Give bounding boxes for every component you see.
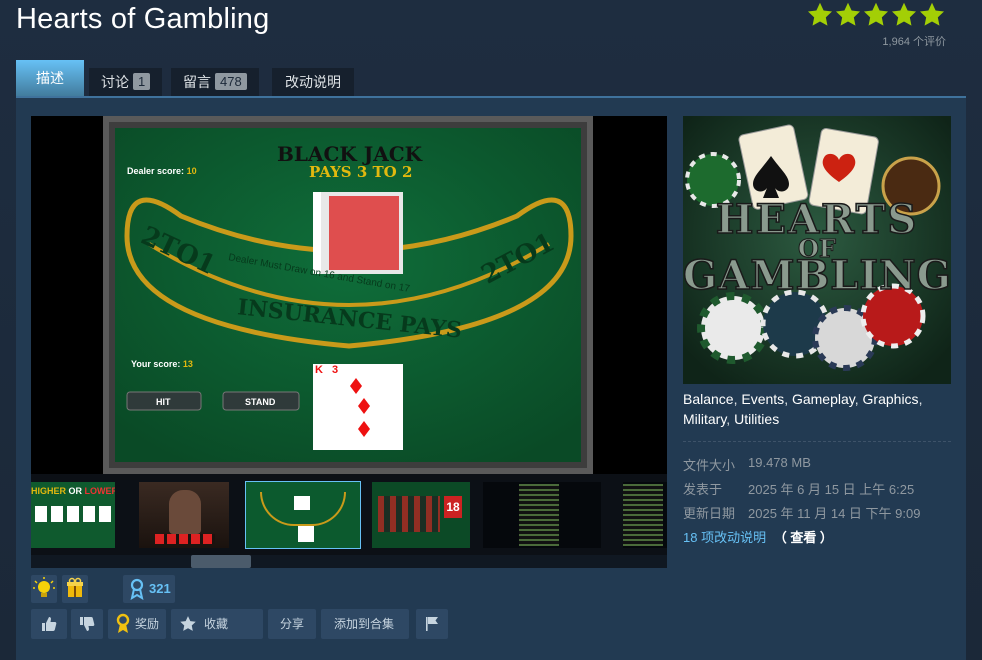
star-icon xyxy=(918,1,946,29)
tag-graphics[interactable]: Graphics xyxy=(863,391,919,407)
change-notes-link: 18 项改动说明 （ 查看 ） xyxy=(683,527,833,546)
award-ribbon-icon xyxy=(130,578,144,600)
award-count-badge[interactable]: 321 xyxy=(123,575,175,603)
preview-capsule-image[interactable]: HEARTS OF GAMBLING xyxy=(683,116,951,384)
award-medal-icon xyxy=(116,613,130,633)
details-divider xyxy=(683,441,951,442)
share-button-label: 分享 xyxy=(280,617,305,631)
award-lightbulb[interactable] xyxy=(31,575,57,603)
thumbnail-5[interactable] xyxy=(483,482,601,548)
gift-icon xyxy=(67,577,83,597)
tab-comments[interactable]: 留言 478 xyxy=(171,68,259,96)
report-button[interactable] xyxy=(416,609,448,639)
dealer-score-value: 10 xyxy=(186,166,197,176)
dealer-score-label: Dealer score: 10 xyxy=(127,166,197,176)
detail-value: 2025 年 6 月 15 日 上午 6:25 xyxy=(748,482,915,497)
thumbs-down-button[interactable] xyxy=(71,609,103,639)
change-notes-count-link[interactable]: 18 项改动说明 xyxy=(683,530,766,545)
view-change-notes-link[interactable]: （ 查看 ） xyxy=(774,530,833,545)
player-card-1: K xyxy=(315,364,323,376)
discussion-count-badge: 1 xyxy=(133,73,151,90)
thumbnail-3-selected[interactable] xyxy=(245,481,361,549)
tab-label: 讨论 xyxy=(101,74,129,90)
detail-value: 2025 年 11 月 14 日 下午 9:09 xyxy=(748,506,921,521)
lightbulb-icon xyxy=(33,577,55,597)
detail-value: 19.478 MB xyxy=(748,455,811,470)
star-icon xyxy=(834,1,862,29)
tag-military[interactable]: Military xyxy=(683,411,726,427)
thumbnail-6[interactable] xyxy=(623,482,667,548)
detail-label: 文件大小 xyxy=(683,458,736,473)
rating-count: 1,964 个评价 xyxy=(882,36,946,48)
thumbs-up-icon xyxy=(42,617,57,631)
thumbnail-1[interactable]: HIGHER OR LOWER xyxy=(31,482,115,548)
award-count-value: 321 xyxy=(149,581,171,596)
tab-discussions[interactable]: 讨论 1 xyxy=(89,68,163,96)
tag-list: Balance, Events, Gameplay, Graphics, Mil… xyxy=(683,391,923,427)
tab-label: 留言 xyxy=(183,74,211,90)
tag-events[interactable]: Events xyxy=(741,391,784,407)
tab-description[interactable]: 描述 xyxy=(16,60,84,97)
tag-gameplay[interactable]: Gameplay xyxy=(792,391,855,407)
thumb-text-lower: LOWER xyxy=(84,486,115,496)
comment-count-badge: 478 xyxy=(215,73,247,90)
thumbnail-scroll-handle[interactable] xyxy=(191,555,251,568)
favorite-star-icon xyxy=(180,616,196,631)
detail-label: 更新日期 xyxy=(683,506,736,521)
thumbnail-strip: HIGHER OR LOWER 18 xyxy=(31,474,667,568)
workshop-item-page: Hearts of Gambling 1,964 个评价 描述 讨论 1 留言 47… xyxy=(0,0,982,660)
your-score-label: Your score: 13 xyxy=(131,359,193,369)
thumbnail-scrollbar[interactable] xyxy=(31,555,667,568)
award-button-label: 奖励 xyxy=(135,617,160,631)
thumbnail-4[interactable]: 18 xyxy=(372,482,470,548)
page-title: Hearts of Gambling xyxy=(16,3,270,35)
hit-button-label: HIT xyxy=(156,397,171,407)
tab-label: 描述 xyxy=(36,70,64,86)
rating-stars xyxy=(806,1,948,29)
award-gift[interactable] xyxy=(62,575,88,603)
add-to-collection-button[interactable]: 添加到合集 xyxy=(321,609,409,639)
star-icon xyxy=(862,1,890,29)
thumbnail-2[interactable] xyxy=(139,482,229,548)
detail-label: 发表于 xyxy=(683,482,723,497)
capsule-title-3: GAMBLING xyxy=(683,251,951,300)
stand-button-label: STAND xyxy=(245,397,276,407)
thumb-higher-lower: HIGHER OR LOWER xyxy=(31,486,115,496)
thumb-text-or: OR xyxy=(68,486,83,496)
star-icon xyxy=(890,1,918,29)
dealer-score-text: Dealer score: xyxy=(127,166,185,176)
main-screenshot[interactable]: BLACK JACK PAYS 3 TO 2 Dealer score: 10 … xyxy=(31,116,667,474)
thumbs-up-button[interactable] xyxy=(31,609,67,639)
favorite-button[interactable]: 收藏 xyxy=(171,609,263,639)
player-card-2: 3 xyxy=(332,364,339,376)
share-button[interactable]: 分享 xyxy=(268,609,316,639)
thumb-text-higher: HIGHER xyxy=(31,486,67,496)
award-button[interactable]: 奖励 xyxy=(108,609,166,639)
add-to-collection-label: 添加到合集 xyxy=(334,617,395,631)
star-icon xyxy=(806,1,834,29)
thumbs-down-icon xyxy=(80,617,95,631)
tag-utilities[interactable]: Utilities xyxy=(734,411,779,427)
flag-icon xyxy=(426,617,438,631)
tab-change-notes[interactable]: 改动说明 xyxy=(272,68,354,96)
tag-balance[interactable]: Balance xyxy=(683,391,734,407)
your-score-value: 13 xyxy=(182,359,193,369)
bj-title-2: PAYS 3 TO 2 xyxy=(309,163,413,181)
thumb-number: 18 xyxy=(444,496,462,518)
your-score-text: Your score: xyxy=(131,359,181,369)
tab-label: 改动说明 xyxy=(285,74,341,90)
favorite-button-label: 收藏 xyxy=(204,617,229,631)
